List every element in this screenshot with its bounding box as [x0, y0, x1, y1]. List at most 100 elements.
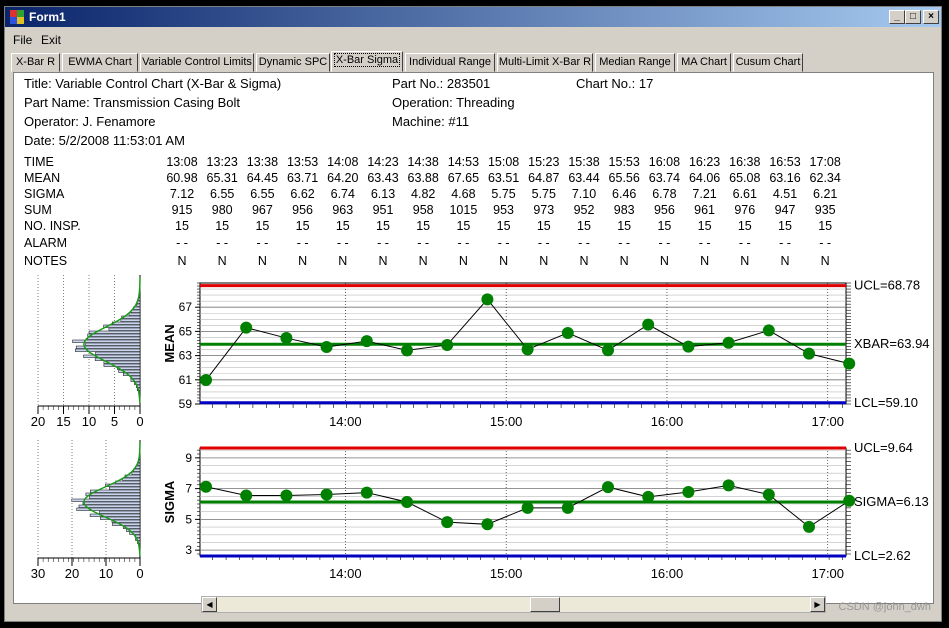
data-point — [401, 344, 413, 357]
x-tick-label: 14:00 — [329, 566, 362, 581]
histogram-bar — [115, 480, 141, 484]
menu-bar: File Exit — [5, 29, 941, 47]
data-point — [360, 335, 373, 348]
tab-individual-range[interactable]: Individual Range — [405, 53, 495, 72]
data-point — [682, 340, 695, 353]
scroll-right-arrow-icon[interactable]: ▶ — [810, 597, 825, 612]
histogram-bar — [87, 333, 141, 337]
data-point — [722, 479, 735, 492]
histogram-bar — [85, 492, 141, 496]
data-point — [642, 490, 655, 503]
tab-ewma-chart[interactable]: EWMA Chart — [62, 53, 138, 72]
histogram-bar — [103, 363, 141, 367]
data-point — [561, 326, 574, 339]
y-tick-label: 61 — [179, 373, 193, 387]
data-point — [240, 489, 253, 502]
y-tick-label: 63 — [179, 349, 193, 363]
histogram-bar — [109, 486, 141, 490]
data-point — [521, 501, 534, 514]
y-tick-label: 3 — [185, 543, 192, 557]
histogram-bar — [89, 513, 141, 517]
histogram-bar — [89, 495, 141, 499]
close-button[interactable]: × — [923, 10, 939, 24]
data-point — [441, 338, 454, 351]
x-tick-label: 15:00 — [490, 566, 523, 581]
histogram-tick-label: 15 — [56, 414, 70, 429]
histogram-tick-label: 0 — [136, 566, 143, 581]
histogram-tick-label: 20 — [31, 414, 45, 429]
histogram-bar — [85, 342, 141, 346]
data-point — [803, 520, 815, 533]
histogram-bar — [136, 303, 141, 307]
histogram-bar — [111, 321, 141, 325]
menu-exit[interactable]: Exit — [41, 33, 61, 47]
x-tick-label: 14:00 — [329, 414, 362, 429]
horizontal-scrollbar[interactable]: ◀ ▶ — [201, 596, 826, 613]
histogram-tick-label: 0 — [136, 414, 143, 429]
histogram-tick-label: 30 — [31, 566, 45, 581]
data-point — [762, 488, 775, 501]
data-point — [200, 480, 212, 493]
x-tick-label: 17:00 — [811, 566, 844, 581]
scroll-left-arrow-icon[interactable]: ◀ — [202, 597, 217, 612]
data-point — [602, 481, 614, 494]
y-tick-label: 65 — [179, 324, 193, 338]
histogram-tick-label: 5 — [111, 414, 118, 429]
data-point — [682, 486, 695, 498]
tab-median-range[interactable]: Median Range — [595, 53, 675, 72]
histogram-bar — [83, 354, 141, 358]
data-point — [441, 516, 454, 529]
maximize-button[interactable]: □ — [905, 10, 921, 24]
histogram-bar — [75, 348, 141, 352]
histogram-tick-label: 10 — [82, 414, 96, 429]
x-tick-label: 17:00 — [811, 414, 844, 429]
data-point — [481, 293, 494, 306]
data-point — [320, 341, 333, 354]
tab-ma-chart[interactable]: MA Chart — [677, 53, 731, 72]
scroll-thumb[interactable] — [530, 597, 560, 612]
tab-cusum-chart[interactable]: Cusum Chart — [733, 53, 803, 72]
histogram-bar — [72, 339, 141, 343]
histogram-bar — [98, 510, 141, 514]
ucl-label: UCL=68.78 — [854, 278, 920, 293]
lcl-label: LCL=2.62 — [854, 548, 911, 563]
histogram-bar — [108, 327, 141, 331]
data-point — [602, 344, 614, 357]
title-bar: Form1 _ □ × — [5, 7, 941, 27]
histogram-bar — [95, 351, 141, 355]
data-point — [320, 488, 333, 501]
data-point — [481, 518, 494, 531]
data-point — [521, 343, 534, 356]
tab-dynamic-spc[interactable]: Dynamic SPC — [256, 53, 330, 72]
center-label: SIGMA=6.13 — [854, 494, 929, 509]
histogram-bar — [76, 507, 141, 511]
histogram-bar — [71, 498, 141, 502]
x-tick-label: 16:00 — [651, 414, 684, 429]
x-tick-label: 16:00 — [651, 566, 684, 581]
minimize-button[interactable]: _ — [889, 10, 905, 24]
y-tick-label: 67 — [179, 300, 193, 314]
tab-variable-control-limits[interactable]: Variable Control Limits — [140, 53, 254, 72]
data-point — [843, 494, 856, 507]
histogram-bar — [82, 501, 141, 505]
charts-area: 596163656714:00 15:00 16:00 17:00UCL=68.78X… — [31, 275, 930, 581]
data-point — [401, 496, 413, 508]
ucl-label: UCL=9.64 — [854, 440, 913, 455]
histogram-bar — [128, 312, 141, 316]
tab-xbar-r[interactable]: X-Bar R — [11, 53, 60, 72]
data-point — [200, 374, 212, 387]
histogram-bar — [87, 336, 141, 340]
data-point — [360, 486, 373, 499]
histogram-bar — [131, 471, 141, 475]
y-tick-label: 59 — [179, 397, 193, 411]
window-title: Form1 — [29, 10, 66, 24]
watermark: CSDN @john_dwh — [838, 601, 932, 613]
data-point — [561, 501, 574, 514]
menu-file[interactable]: File — [13, 33, 32, 47]
histogram-tick-label: 10 — [99, 566, 113, 581]
data-point — [240, 321, 253, 334]
tab-multi-limit-xbar-r[interactable]: Multi-Limit X-Bar R — [497, 53, 593, 72]
tab-xbar-sigma[interactable]: X-Bar Sigma — [331, 51, 403, 72]
y-tick-label: 7 — [185, 482, 192, 496]
app-window: Form1 _ □ × File Exit X-Bar R EWMA Chart… — [4, 6, 942, 622]
